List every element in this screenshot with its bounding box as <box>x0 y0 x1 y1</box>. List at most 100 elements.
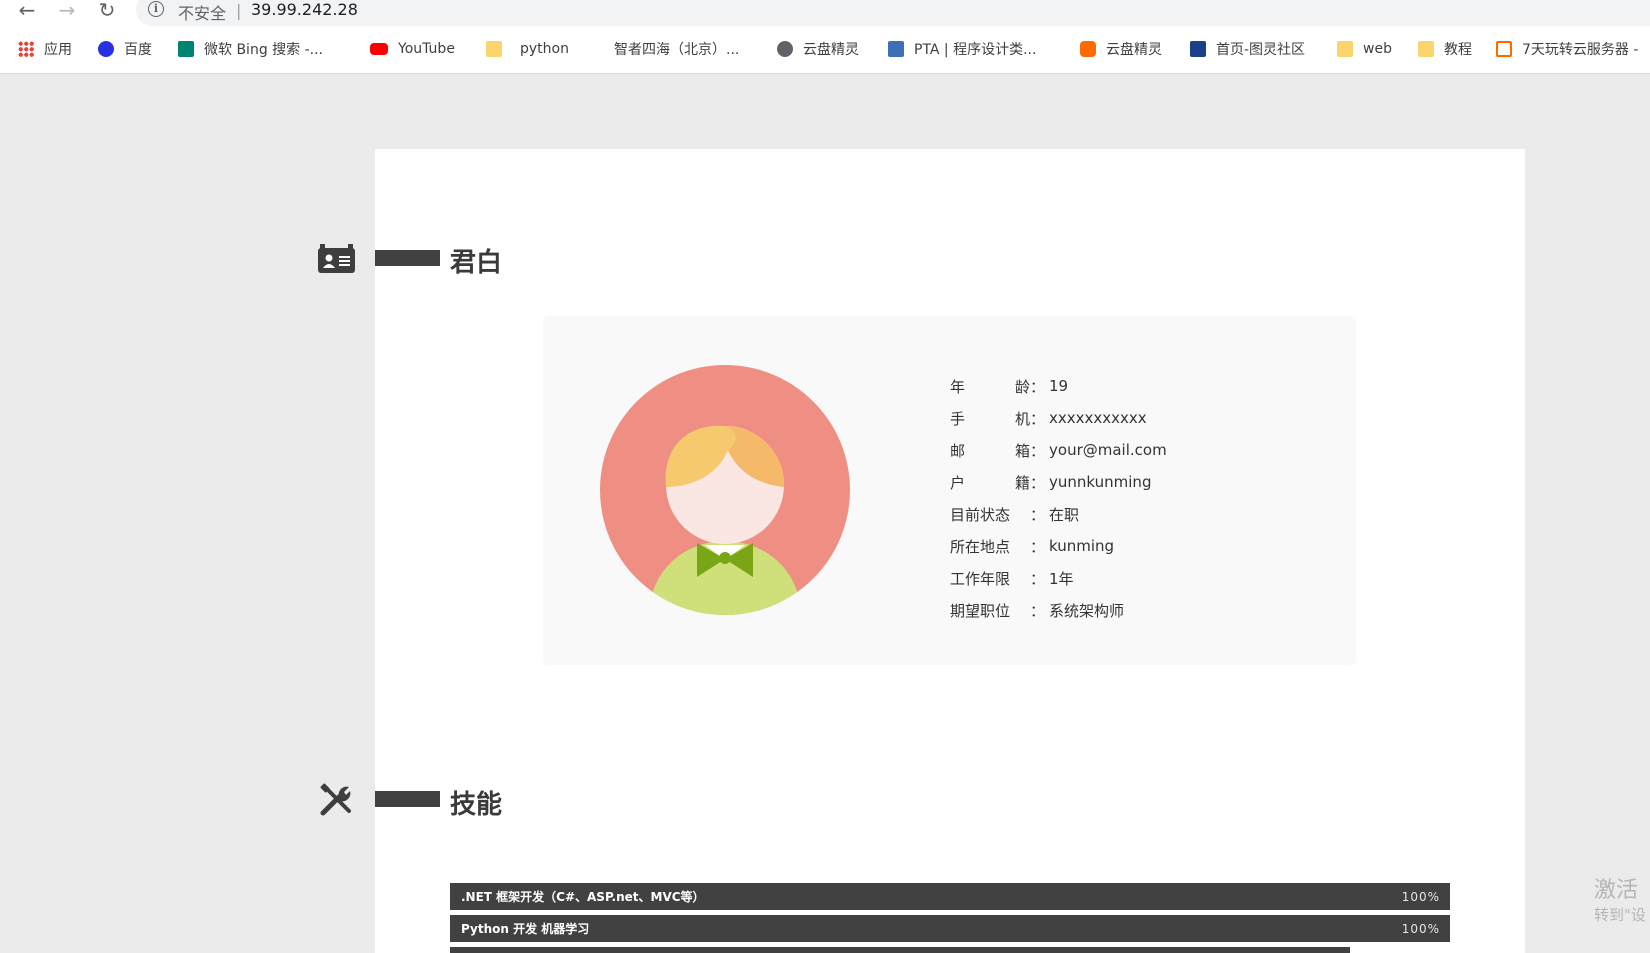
colon: ： <box>1030 569 1046 588</box>
folder-icon <box>486 41 502 57</box>
back-arrow-icon[interactable]: ← <box>14 0 40 22</box>
info-key: 手机 <box>950 408 1030 429</box>
key-text: 所在地点 <box>950 537 1011 556</box>
key-text: 目前状态 <box>950 505 1011 524</box>
yunpan-icon <box>1080 41 1096 57</box>
colon: ： <box>1030 441 1046 460</box>
info-value: 19 <box>1049 377 1069 395</box>
skill-percent: 100% <box>1401 921 1440 936</box>
bookmark-label: 教程 <box>1444 42 1472 58</box>
bookmark-label: 应用 <box>44 42 72 58</box>
info-row-location: 所在地点 ： kunming <box>950 530 1167 562</box>
forward-arrow-icon[interactable]: → <box>54 0 80 22</box>
bookmark-yunpan-2[interactable]: 云盘精灵 <box>1080 38 1162 60</box>
key-char: 邮 <box>950 441 966 460</box>
profile-info: 年龄： 19 手机： xxxxxxxxxxx 邮箱： your@mail.com… <box>950 370 1167 626</box>
section-title-about: 君白 <box>450 248 503 278</box>
folder-icon <box>1418 41 1434 57</box>
bookmark-label: 7天玩转云服务器 - <box>1522 42 1639 58</box>
skill-bar-partial <box>450 947 1350 953</box>
info-row-status: 目前状态 ： 在职 <box>950 498 1167 530</box>
key-char: 手 <box>950 409 966 428</box>
colon: ： <box>1030 505 1046 524</box>
info-value: your@mail.com <box>1049 441 1167 459</box>
info-value: 系统架构师 <box>1049 601 1125 620</box>
baidu-icon <box>98 41 114 57</box>
apps-icon <box>18 41 34 57</box>
section-bar <box>375 791 440 807</box>
info-row-age: 年龄： 19 <box>950 370 1167 402</box>
activation-watermark-subtitle: 转到"设 <box>1594 906 1646 924</box>
info-key: 邮箱 <box>950 440 1030 461</box>
key-char: 机 <box>1014 409 1030 428</box>
info-row-experience: 工作年限 ： 1年 <box>950 562 1167 594</box>
section-bar <box>375 250 440 266</box>
bookmark-bing[interactable]: 微软 Bing 搜索 -... <box>178 38 323 60</box>
key-char: 户 <box>950 473 966 492</box>
bookmark-label: 首页-图灵社区 <box>1216 42 1306 58</box>
browser-toolbar: ← → ↻ i 不安全 | 39.99.242.28 <box>0 0 1650 28</box>
tools-icon <box>319 783 353 821</box>
info-value: xxxxxxxxxxx <box>1049 409 1147 427</box>
address-bar[interactable] <box>136 0 1650 26</box>
bookmark-python[interactable]: python <box>486 38 569 60</box>
bookmark-label: YouTube <box>398 41 455 57</box>
reload-icon[interactable]: ↻ <box>94 0 120 22</box>
info-row-position: 期望职位 ： 系统架构师 <box>950 594 1167 626</box>
skill-percent: 100% <box>1401 889 1440 904</box>
key-char: 箱 <box>1014 441 1030 460</box>
bookmark-apps[interactable]: 应用 <box>18 38 72 60</box>
avatar <box>600 365 850 615</box>
bookmark-youtube[interactable]: YouTube <box>370 38 455 60</box>
info-key: 所在地点 <box>950 536 1030 557</box>
url-separator: | <box>236 1 242 20</box>
info-key: 年龄 <box>950 376 1030 397</box>
url-text[interactable]: 39.99.242.28 <box>251 0 358 19</box>
bookmark-label: 云盘精灵 <box>803 42 859 58</box>
colon: ： <box>1030 473 1046 492</box>
skill-bar: Python 开发 机器学习 100% <box>450 915 1450 942</box>
info-icon[interactable]: i <box>148 1 164 17</box>
bookmark-pta[interactable]: PTA | 程序设计类... <box>888 38 1036 60</box>
bookmark-aliyun[interactable]: 7天玩转云服务器 - <box>1496 38 1638 60</box>
section-title-skills: 技能 <box>450 790 503 820</box>
info-key: 工作年限 <box>950 568 1030 589</box>
info-value: yunnkunming <box>1049 473 1152 491</box>
colon: ： <box>1030 377 1046 396</box>
turing-icon <box>1190 41 1206 57</box>
bookmark-label: PTA | 程序设计类... <box>914 42 1037 58</box>
bookmarks-bar: 应用 百度 微软 Bing 搜索 -... YouTube python 智者四… <box>0 28 1650 74</box>
bookmark-label: 百度 <box>124 42 152 58</box>
colon: ： <box>1030 409 1046 428</box>
bookmark-label: python <box>520 41 569 57</box>
info-value: kunming <box>1049 537 1115 555</box>
info-row-hometown: 户籍： yunnkunming <box>950 466 1167 498</box>
bookmark-baidu[interactable]: 百度 <box>98 38 152 60</box>
id-card-icon <box>318 244 356 278</box>
key-char: 年 <box>950 377 966 396</box>
bookmark-label: 智者四海（北京）... <box>614 42 740 58</box>
bookmark-label: 云盘精灵 <box>1106 42 1162 58</box>
insecure-label: 不安全 <box>178 4 227 23</box>
key-char: 籍 <box>1014 473 1030 492</box>
bookmark-turing[interactable]: 首页-图灵社区 <box>1190 38 1305 60</box>
skill-bar: .NET 框架开发（C#、ASP.net、MVC等） 100% <box>450 883 1450 910</box>
info-key: 户籍 <box>950 472 1030 493</box>
info-value: 1年 <box>1049 569 1074 588</box>
colon: ： <box>1030 537 1046 556</box>
skill-label: .NET 框架开发（C#、ASP.net、MVC等） <box>461 890 705 904</box>
bookmark-label: web <box>1363 41 1392 57</box>
bookmark-tutorial[interactable]: 教程 <box>1418 38 1472 60</box>
bookmark-zhizhe[interactable]: 智者四海（北京）... <box>614 38 739 60</box>
bookmark-web[interactable]: web <box>1337 38 1392 60</box>
bookmark-yunpan-1[interactable]: 云盘精灵 <box>777 38 859 60</box>
info-value: 在职 <box>1049 505 1080 524</box>
info-key: 期望职位 <box>950 600 1030 621</box>
folder-icon <box>1337 41 1353 57</box>
info-row-phone: 手机： xxxxxxxxxxx <box>950 402 1167 434</box>
key-text: 工作年限 <box>950 569 1011 588</box>
skill-label: Python 开发 机器学习 <box>461 922 590 936</box>
key-char: 龄 <box>1014 377 1030 396</box>
aliyun-icon <box>1496 41 1512 57</box>
pta-icon <box>888 41 904 57</box>
